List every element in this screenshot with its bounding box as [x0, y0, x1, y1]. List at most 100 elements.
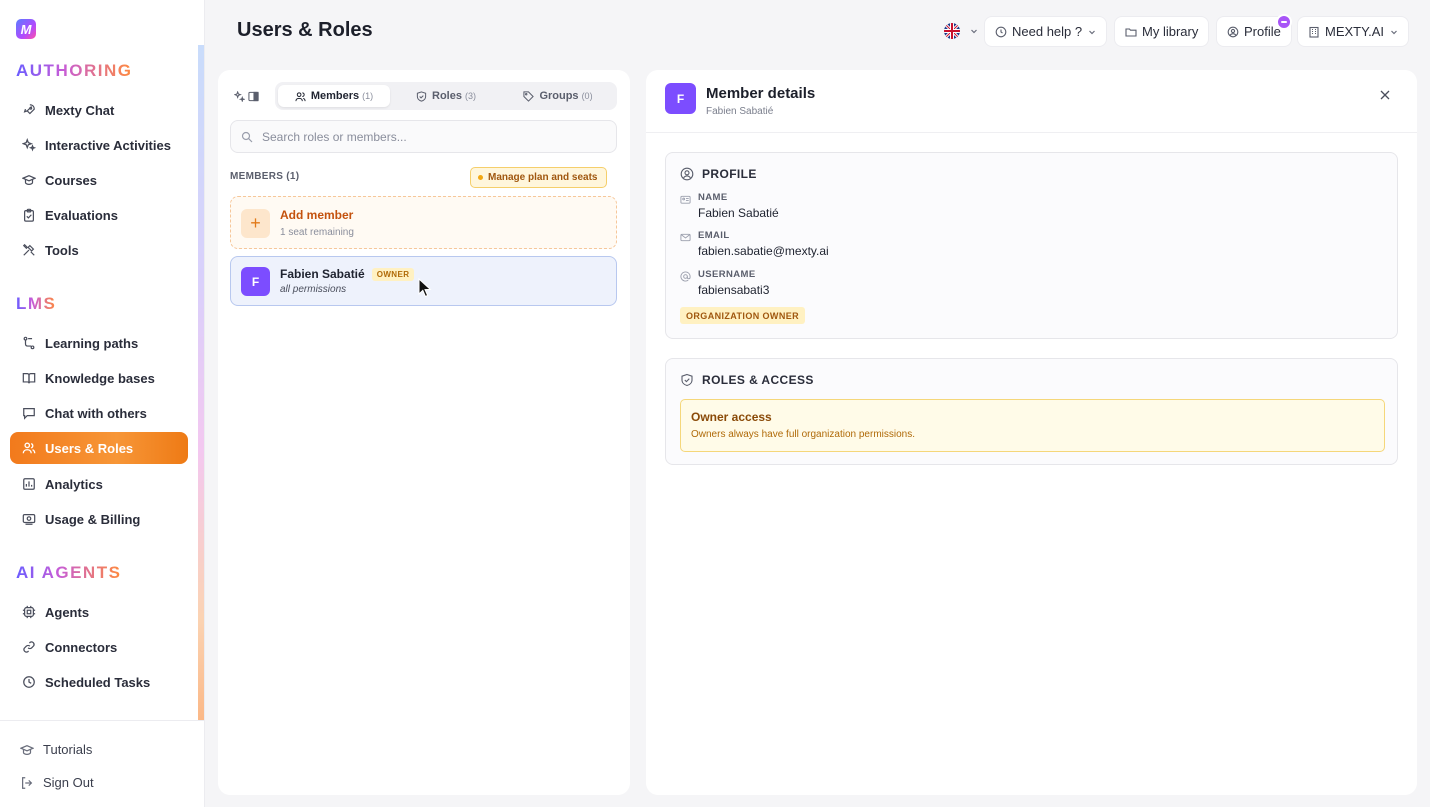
profile-card: PROFILE NAME Fabien Sabatié EMAIL fabien…: [665, 152, 1398, 339]
organization-label: MEXTY.AI: [1325, 24, 1385, 39]
organization-switcher[interactable]: MEXTY.AI: [1297, 16, 1410, 47]
id-card-icon: [680, 194, 691, 205]
link-icon: [22, 640, 36, 654]
chevron-down-icon[interactable]: [970, 27, 978, 35]
bar-chart-icon: [22, 477, 36, 491]
sidebar-item-connectors[interactable]: Connectors: [10, 631, 188, 663]
members-heading: MEMBERS (1): [230, 171, 300, 182]
profile-card-title: PROFILE: [680, 167, 757, 181]
sidebar-item-label: Interactive Activities: [45, 137, 171, 153]
field-value: Fabien Sabatié: [698, 206, 779, 220]
my-library-label: My library: [1142, 24, 1199, 39]
details-subtitle: Fabien Sabatié: [706, 106, 774, 117]
owner-badge: OWNER: [371, 267, 415, 281]
search-input[interactable]: [262, 129, 602, 144]
sidebar-item-interactive-activities[interactable]: Interactive Activities: [10, 129, 188, 161]
page-title: Users & Roles: [237, 19, 373, 41]
details-header: F Member details Fabien Sabatié: [646, 70, 1417, 133]
user-circle-icon: [1227, 26, 1239, 38]
sign-out-label: Sign Out: [43, 775, 94, 790]
help-circle-icon: [995, 26, 1007, 38]
sidebar-item-label: Users & Roles: [45, 440, 134, 456]
search-box[interactable]: [230, 120, 617, 153]
avatar: F: [241, 267, 270, 296]
sidebar-item-knowledge-bases[interactable]: Knowledge bases: [10, 362, 188, 394]
sidebar-footer: Tutorials Sign Out: [0, 720, 204, 807]
sign-out-icon: [20, 776, 34, 790]
sidebar-item-label: Courses: [45, 172, 98, 188]
sidebar-item-usage-billing[interactable]: Usage & Billing: [10, 503, 188, 535]
tab-roles[interactable]: Roles (3): [390, 85, 502, 107]
route-icon: [22, 336, 36, 350]
member-details-panel: F Member details Fabien Sabatié PROFILE …: [646, 70, 1417, 795]
tab-members[interactable]: Members (1): [278, 85, 390, 107]
sidebar-item-tools[interactable]: Tools: [10, 234, 188, 266]
shield-check-icon: [680, 373, 694, 387]
sidebar-item-label: Connectors: [45, 639, 118, 655]
profile-label: Profile: [1244, 24, 1281, 39]
graduation-cap-icon: [22, 173, 36, 187]
field-value: fabien.sabatie@mexty.ai: [698, 244, 829, 258]
member-row[interactable]: F Fabien Sabatié OWNER all permissions: [230, 256, 617, 306]
sidebar-item-chat-with-others[interactable]: Chat with others: [10, 397, 188, 429]
tab-count: (0): [581, 91, 593, 101]
field-label: EMAIL: [698, 230, 730, 241]
sparkle-icon: [22, 138, 36, 152]
shield-icon: [416, 90, 427, 102]
users-icon: [22, 441, 36, 455]
avatar: F: [665, 83, 696, 114]
sidebar-item-mexty-chat[interactable]: Mexty Chat: [10, 94, 188, 126]
sign-out-link[interactable]: Sign Out: [20, 775, 94, 790]
status-dot-icon: [478, 175, 483, 180]
need-help-label: Need help ?: [1012, 24, 1083, 39]
need-help-button[interactable]: Need help ?: [984, 16, 1108, 47]
tab-label: Members: [310, 90, 360, 102]
profile-title-text: PROFILE: [702, 167, 757, 181]
sidebar-item-label: Learning paths: [45, 335, 139, 351]
sidebar-item-analytics[interactable]: Analytics: [10, 468, 188, 500]
my-library-button[interactable]: My library: [1114, 16, 1210, 47]
manage-plan-button[interactable]: Manage plan and seats: [470, 167, 608, 188]
tag-icon: [523, 90, 535, 102]
add-member-button[interactable]: + Add member 1 seat remaining: [230, 196, 617, 249]
details-title: Member details: [706, 85, 816, 102]
owner-access-text: Owners always have full organization per…: [691, 429, 915, 440]
field-value: fabiensabati3: [698, 283, 770, 297]
mail-icon: [680, 232, 691, 243]
sidebar-item-learning-paths[interactable]: Learning paths: [10, 327, 188, 359]
members-panel: Members (1) Roles (3) Groups (0) MEMBERS…: [218, 70, 630, 795]
member-name-wrap: Fabien Sabatié OWNER: [280, 267, 415, 281]
sidebar-item-users-roles[interactable]: Users & Roles: [10, 432, 188, 464]
tab-count: (3): [464, 91, 476, 101]
search-icon: [241, 131, 253, 143]
building-icon: [1308, 26, 1320, 38]
sidebar-item-label: Knowledge bases: [45, 370, 155, 386]
close-icon[interactable]: [1378, 88, 1392, 102]
tutorials-link[interactable]: Tutorials: [20, 742, 92, 757]
section-title-lms: LMS: [16, 294, 57, 313]
language-flag-icon[interactable]: [944, 23, 960, 39]
users-icon: [295, 91, 306, 102]
sidebar-item-label: Agents: [45, 604, 90, 620]
sidebar-item-agents[interactable]: Agents: [10, 596, 188, 628]
sidebar-item-scheduled-tasks[interactable]: Scheduled Tasks: [10, 666, 188, 698]
notification-badge[interactable]: [1276, 14, 1292, 30]
sidebar-scrollbar[interactable]: [198, 45, 204, 720]
tutorials-label: Tutorials: [43, 742, 93, 757]
chevron-down-icon: [1390, 28, 1398, 36]
tab-label: Roles: [432, 90, 462, 102]
tab-label: Groups: [539, 90, 579, 102]
member-name: Fabien Sabatié: [280, 267, 365, 281]
sidebar-item-evaluations[interactable]: Evaluations: [10, 199, 188, 231]
sparkle-icon: [233, 89, 246, 103]
field-label: USERNAME: [698, 269, 756, 280]
sidebar-item-courses[interactable]: Courses: [10, 164, 188, 196]
graduation-cap-icon: [20, 743, 34, 757]
sidebar-item-label: Tools: [45, 242, 79, 258]
sidebar-item-label: Mexty Chat: [45, 102, 115, 118]
tab-groups[interactable]: Groups (0): [502, 85, 614, 107]
app-logo[interactable]: M: [16, 19, 36, 39]
sidebar: M AUTHORING Mexty Chat Interactive Activ…: [0, 0, 205, 807]
collapse-panel-button[interactable]: [233, 89, 260, 103]
sidebar-item-label: Analytics: [45, 476, 103, 492]
